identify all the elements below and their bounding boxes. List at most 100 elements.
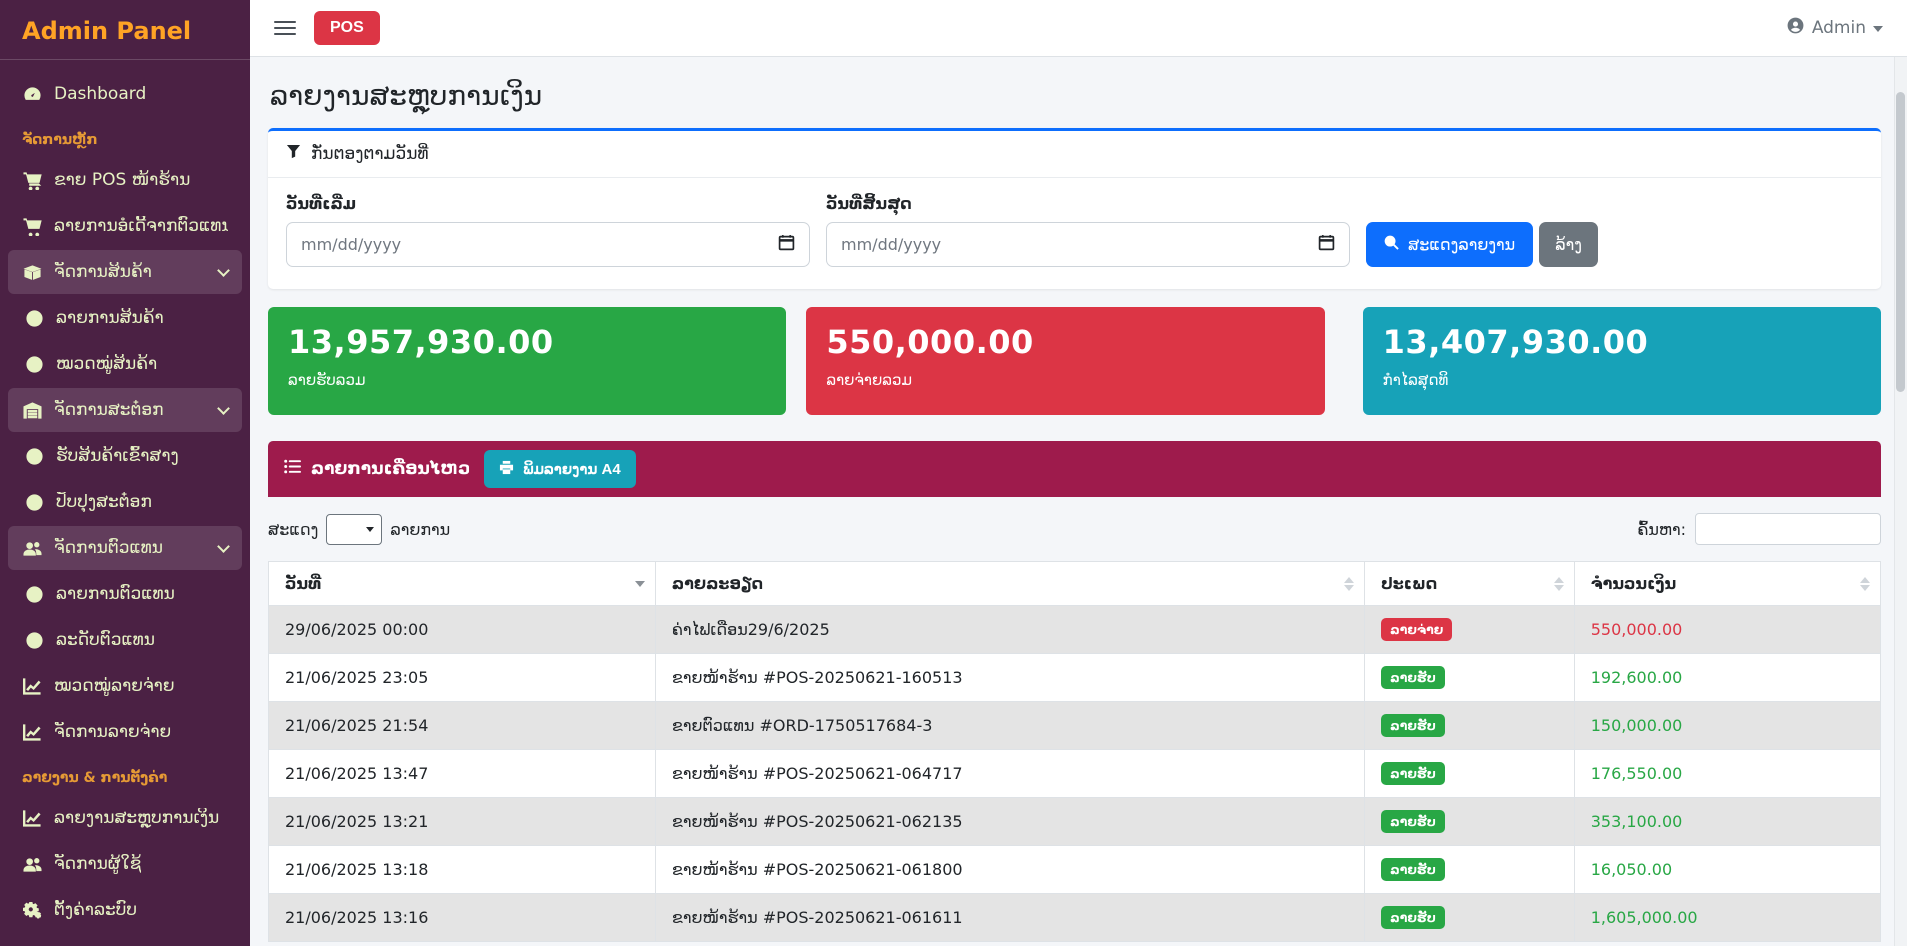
calendar-icon[interactable] xyxy=(778,234,795,255)
cell-date: 21/06/2025 23:05 xyxy=(269,654,656,702)
sort-icon[interactable] xyxy=(1554,577,1564,591)
cell-type: ລາຍຮັບ xyxy=(1365,798,1575,846)
circle-icon xyxy=(24,584,44,604)
cell-type: ລາຍຮັບ xyxy=(1365,846,1575,894)
sidebar-item-label: ຕັ້ງຄ່າລະບົບ xyxy=(54,900,137,920)
cell-date: 21/06/2025 13:47 xyxy=(269,750,656,798)
col-date[interactable]: ວັນທີ່ xyxy=(269,562,656,606)
sidebar-item-label: ລາຍການອໍເດີ້ຈາກຕົວແທນ xyxy=(54,216,228,236)
sidebar-item-agent-list[interactable]: ລາຍການຕົວແທນ xyxy=(8,572,242,616)
total-income-card: 13,957,930.00 ລາຍຮັບລວມ xyxy=(268,307,786,415)
pos-button[interactable]: POS xyxy=(314,11,380,45)
clear-button[interactable]: ລ້າງ xyxy=(1539,222,1598,267)
col-amount[interactable]: ຈຳນວນເງິນ xyxy=(1574,562,1880,606)
table-row: 21/06/2025 23:05ຂາຍໜ້າຮ້ານ #POS-20250621… xyxy=(269,654,1881,702)
table-row: 21/06/2025 21:54ຂາຍຕົວແທນ #ORD-175051768… xyxy=(269,702,1881,750)
net-profit-value: 13,407,930.00 xyxy=(1383,323,1861,361)
show-label: ສະແດງ xyxy=(268,520,318,539)
sidebar-item-finance-report[interactable]: ລາຍງານສະຫຼຸບການເງິນ xyxy=(8,796,242,840)
show-report-button[interactable]: ສະແດງລາຍງານ xyxy=(1366,222,1533,267)
sidebar-item-label: ຈັດການສິນຄ້າ xyxy=(54,262,152,282)
sidebar-item-label: ໝວດໝູ່ລາຍຈ່າຍ xyxy=(54,676,175,696)
menu-toggle-icon[interactable] xyxy=(274,21,296,35)
circle-icon xyxy=(24,308,44,328)
table-search-input[interactable] xyxy=(1695,513,1881,545)
cell-type: ລາຍຮັບ xyxy=(1365,750,1575,798)
search-icon xyxy=(1384,235,1399,255)
print-report-label: ພິມລາຍງານ A4 xyxy=(523,460,621,478)
start-date-label: ວັນທີ່ເລີ່ມ xyxy=(286,194,810,213)
sidebar-item-stock-adjust[interactable]: ປັບປຸງສະຕ໋ອກ xyxy=(8,480,242,524)
scrollbar-thumb[interactable] xyxy=(1896,92,1905,392)
sidebar-item-product-categories[interactable]: ໝວດໝູ່ສິນຄ້າ xyxy=(8,342,242,386)
circle-icon xyxy=(24,492,44,512)
start-date-input[interactable]: mm/dd/yyyy xyxy=(286,222,810,267)
sidebar-item-agent-orders[interactable]: ລາຍການອໍເດີ້ຈາກຕົວແທນ xyxy=(8,204,242,248)
sidebar-item-agent-levels[interactable]: ລະດັບຕົວແທນ xyxy=(8,618,242,662)
sidebar-item-label: ໝວດໝູ່ສິນຄ້າ xyxy=(56,354,157,374)
net-profit-label: ກຳໄລສຸດທິ xyxy=(1383,371,1861,389)
circle-icon xyxy=(24,630,44,650)
vertical-scrollbar[interactable] xyxy=(1894,57,1907,946)
cell-date: 21/06/2025 13:16 xyxy=(269,894,656,942)
total-income-label: ລາຍຮັບລວມ xyxy=(288,371,766,389)
amount-value: 192,600.00 xyxy=(1591,668,1683,687)
cell-description: ຂາຍໜ້າຮ້ານ #POS-20250621-064717 xyxy=(655,750,1364,798)
type-badge: ລາຍຮັບ xyxy=(1381,714,1445,737)
total-expense-label: ລາຍຈ່າຍລວມ xyxy=(826,371,1304,389)
summary-cards: 13,957,930.00 ລາຍຮັບລວມ 550,000.00 ລາຍຈ່… xyxy=(268,307,1881,415)
table-row: 21/06/2025 13:18ຂາຍໜ້າຮ້ານ #POS-20250621… xyxy=(269,846,1881,894)
sort-icon[interactable] xyxy=(1860,577,1870,591)
sidebar-item-label: ຈັດການຜູ້ໃຊ້ xyxy=(54,854,141,874)
amount-value: 150,000.00 xyxy=(1591,716,1683,735)
cell-amount: 1,605,000.00 xyxy=(1574,894,1880,942)
sidebar-item-manage-products[interactable]: ຈັດການສິນຄ້າ xyxy=(8,250,242,294)
sidebar-item-system-settings[interactable]: ຕັ້ງຄ່າລະບົບ xyxy=(8,888,242,932)
sidebar-item-manage-users[interactable]: ຈັດການຜູ້ໃຊ້ xyxy=(8,842,242,886)
table-row: 21/06/2025 13:47ຂາຍໜ້າຮ້ານ #POS-20250621… xyxy=(269,750,1881,798)
table-row: 21/06/2025 13:21ຂາຍໜ້າຮ້ານ #POS-20250621… xyxy=(269,798,1881,846)
circle-icon xyxy=(24,354,44,374)
total-expense-value: 550,000.00 xyxy=(826,323,1304,361)
print-report-button[interactable]: ພິມລາຍງານ A4 xyxy=(484,450,636,488)
sort-icon[interactable] xyxy=(1344,577,1354,591)
sidebar-item-product-list[interactable]: ລາຍການສິນຄ້າ xyxy=(8,296,242,340)
col-type[interactable]: ປະເພດ xyxy=(1365,562,1575,606)
sidebar-item-label: ຈັດການລາຍຈ່າຍ xyxy=(54,722,171,742)
transactions-header: ລາຍການເຄື່ອນໄຫວ ພິມລາຍງານ A4 xyxy=(268,441,1881,497)
sidebar-item-pos-sale[interactable]: ຂາຍ POS ໜ້າຮ້ານ xyxy=(8,158,242,202)
cell-amount: 16,050.00 xyxy=(1574,846,1880,894)
page-length-select[interactable] xyxy=(326,514,382,545)
cell-date: 29/06/2025 00:00 xyxy=(269,606,656,654)
sidebar-item-expense-categories[interactable]: ໝວດໝູ່ລາຍຈ່າຍ xyxy=(8,664,242,708)
cell-description: ຄ່າໄຟເດືອນ29/6/2025 xyxy=(655,606,1364,654)
table-header-row: ວັນທີ່ ລາຍລະອຽດ ປະເພດ ຈຳນວນເງິນ xyxy=(269,562,1881,606)
sidebar-item-manage-stock[interactable]: ຈັດການສະຕ໋ອກ xyxy=(8,388,242,432)
filter-icon xyxy=(286,144,301,164)
sidebar-item-dashboard[interactable]: Dashboard xyxy=(8,72,242,116)
cell-type: ລາຍຮັບ xyxy=(1365,702,1575,750)
amount-value: 550,000.00 xyxy=(1591,620,1683,639)
calendar-icon[interactable] xyxy=(1318,234,1335,255)
sidebar-item-manage-expenses[interactable]: ຈັດການລາຍຈ່າຍ xyxy=(8,710,242,754)
warehouse-icon xyxy=(22,400,42,420)
user-dropdown[interactable]: Admin xyxy=(1786,16,1883,40)
sidebar-item-stock-in[interactable]: ຮັບສິນຄ້າເຂົ້າສາງ xyxy=(8,434,242,478)
cell-description: ຂາຍໜ້າຮ້ານ #POS-20250621-061611 xyxy=(655,894,1364,942)
brand-title: Admin Panel xyxy=(0,0,250,60)
gauge-icon xyxy=(22,84,42,104)
table-row: 29/06/2025 00:00ຄ່າໄຟເດືອນ29/6/2025ລາຍຈ່… xyxy=(269,606,1881,654)
cell-description: ຂາຍໜ້າຮ້ານ #POS-20250621-160513 xyxy=(655,654,1364,702)
chevron-down-icon xyxy=(217,264,230,277)
sort-icon[interactable] xyxy=(635,581,645,587)
type-badge: ລາຍຮັບ xyxy=(1381,906,1445,929)
transactions-table: ວັນທີ່ ລາຍລະອຽດ ປະເພດ ຈຳນວນເງິນ 29/06/20… xyxy=(268,561,1881,942)
sidebar-item-label: Dashboard xyxy=(54,84,146,104)
chart-icon xyxy=(22,722,42,742)
end-date-input[interactable]: mm/dd/yyyy xyxy=(826,222,1350,267)
user-name: Admin xyxy=(1812,18,1866,38)
sidebar: Admin Panel Dashboardຈັດການຫຼັກຂາຍ POS ໜ… xyxy=(0,0,250,946)
sidebar-item-manage-agents[interactable]: ຈັດການຕົວແທນ xyxy=(8,526,242,570)
col-desc[interactable]: ລາຍລະອຽດ xyxy=(655,562,1364,606)
filter-card-header: ກັ່ນຕອງຕາມວັນທີ່ xyxy=(268,131,1881,178)
